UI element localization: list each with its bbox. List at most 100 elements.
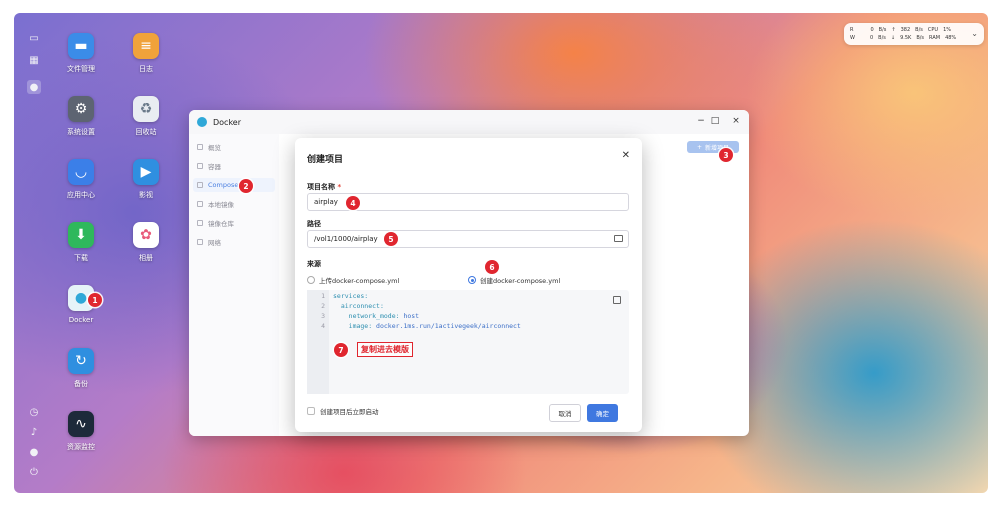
source-label: 来源	[307, 260, 321, 268]
line-gutter: 1 2 3 4	[307, 290, 329, 394]
docker-logo-icon	[197, 117, 207, 127]
icon-label: 系统设置	[67, 128, 95, 136]
resource-stats-widget[interactable]: R 0 B/s ↑ 382 B/s CPU 1% W 0 B/s ↓ 9.5K …	[844, 23, 984, 45]
photos-icon: ✿	[133, 222, 159, 248]
ram-value: 48%	[945, 35, 957, 41]
desktop-icon-appstore[interactable]: ◡ 应用中心	[51, 159, 111, 200]
arrow-up-icon: ↑	[891, 27, 896, 33]
icon-label: Docker	[68, 316, 94, 324]
folder-icon[interactable]	[614, 235, 623, 242]
desktop-icon-settings[interactable]: ⚙ 系统设置	[51, 96, 111, 137]
auto-start-checkbox[interactable]: 创建项目后立即启动	[307, 406, 379, 416]
step-badge: 2	[239, 179, 253, 193]
code-key: services:	[333, 292, 369, 300]
desktop-icon[interactable]: ▭	[27, 31, 41, 45]
ram-label: RAM	[929, 35, 941, 41]
nav-item-network[interactable]: 网络	[197, 235, 221, 249]
desktop-icon-recycle[interactable]: ♻ 回收站	[116, 96, 176, 137]
annotation-note: 复制进去模版	[357, 342, 413, 357]
desktop-icon-photos[interactable]: ✿ 相册	[116, 222, 176, 263]
window-titlebar[interactable]: Docker − □ ×	[189, 110, 749, 134]
radio-on-icon	[468, 276, 476, 284]
desktop-icon-docker[interactable]: ● Docker	[51, 285, 111, 324]
nav-item-containers[interactable]: 容器	[197, 159, 221, 173]
arrow-down-icon: ↓	[890, 35, 896, 41]
desktop-icon-monitor[interactable]: ∿ 资源监控	[51, 411, 111, 452]
store-icon: ◡	[68, 159, 94, 185]
source-upload-radio[interactable]: 上传docker-compose.yml	[307, 275, 399, 285]
line-number: 4	[321, 322, 325, 330]
log-icon: ≡	[133, 33, 159, 59]
recycle-icon: ♻	[133, 96, 159, 122]
desktop-icon-files[interactable]: ▬ 文件管理	[51, 33, 111, 74]
nav-label: 容器	[208, 163, 221, 171]
nav-item-compose[interactable]: Compose	[193, 178, 275, 192]
icon-label: 备份	[74, 380, 88, 388]
desktop: ▭ ▦ ● ◷ ♪ ● ⏻ ▬ 文件管理 ≡ 日志 ⚙ 系统设置 ♻ 回收站 ◡…	[14, 13, 988, 493]
bell-icon[interactable]: ♪	[27, 425, 41, 439]
chevron-down-icon[interactable]: ⌄	[971, 29, 978, 38]
download-value: 9.5K	[900, 35, 912, 41]
docker-nav: 概览 容器 Compose 本地镜像 镜像仓库 网络	[189, 134, 279, 436]
nav-label: 镜像仓库	[208, 220, 234, 228]
clock-icon[interactable]: ◷	[27, 405, 41, 419]
cancel-button[interactable]: 取消	[549, 404, 581, 422]
path-label: 路径	[307, 220, 321, 228]
dialog-title: 创建项目	[307, 155, 344, 165]
upload-unit: B/s	[915, 27, 923, 33]
icon-label: 文件管理	[67, 65, 95, 73]
icon-label: 影视	[139, 191, 153, 199]
step-badge: 6	[485, 260, 499, 274]
write-label: W	[850, 35, 855, 41]
line-number: 2	[321, 302, 325, 310]
source-create-radio[interactable]: 创建docker-compose.yml	[468, 275, 560, 285]
desktop-icon-logs[interactable]: ≡ 日志	[116, 33, 176, 74]
stats-row-write: W 0 B/s ↓ 9.5K B/s RAM 48%	[850, 35, 956, 42]
icon-label: 日志	[139, 65, 153, 73]
read-label: R	[850, 27, 854, 33]
nav-label: Compose	[208, 181, 239, 189]
project-name-label-text: 项目名称	[307, 183, 335, 191]
confirm-button[interactable]: 确定	[587, 404, 618, 422]
required-mark: *	[337, 183, 342, 191]
close-icon[interactable]: ×	[730, 116, 742, 126]
icon-label: 相册	[139, 254, 153, 262]
nav-item-local-images[interactable]: 本地镜像	[197, 197, 234, 211]
step-badge: 3	[719, 148, 733, 162]
nav-label: 网络	[208, 239, 221, 247]
copy-icon[interactable]	[613, 296, 621, 304]
desktop-icon-backup[interactable]: ↻ 备份	[51, 348, 111, 389]
code-line: image: docker.1ms.run/1activegeek/aircon…	[333, 322, 521, 330]
source-create-label: 创建docker-compose.yml	[480, 277, 561, 285]
icon-label: 应用中心	[67, 191, 95, 199]
create-project-dialog: 创建项目 ✕ 项目名称 * airplay 路径 /vol1/1000/airp…	[295, 138, 642, 432]
desktop-icon-video[interactable]: ▶ 影视	[116, 159, 176, 200]
close-icon[interactable]: ✕	[622, 150, 630, 161]
nav-item-overview[interactable]: 概览	[197, 140, 221, 154]
compose-code-editor[interactable]: 1 2 3 4 services: airconnect: network_mo…	[307, 290, 629, 394]
dock-sidebar: ▭ ▦ ● ◷ ♪ ● ⏻	[22, 23, 46, 483]
user-icon[interactable]: ●	[27, 445, 41, 459]
write-value: 0	[869, 35, 874, 41]
step-badge: 5	[384, 232, 398, 246]
write-unit: B/s	[878, 35, 886, 41]
upload-value: 382	[900, 27, 911, 33]
code-value: docker.1ms.run/1activegeek/airconnect	[372, 322, 521, 330]
film-icon: ▶	[133, 159, 159, 185]
line-number: 3	[321, 312, 325, 320]
path-input[interactable]: /vol1/1000/airplay	[307, 230, 629, 248]
power-icon[interactable]: ⏻	[27, 465, 41, 479]
auto-start-label: 创建项目后立即启动	[320, 408, 379, 416]
docker-dock-icon[interactable]: ●	[27, 80, 41, 94]
app-grid-icon[interactable]: ▦	[27, 53, 41, 67]
desktop-icon-download[interactable]: ⬇ 下载	[51, 222, 111, 263]
container-icon	[197, 163, 203, 169]
download-unit: B/s	[916, 35, 925, 41]
minimize-icon[interactable]: −	[695, 116, 707, 126]
registry-icon	[197, 220, 203, 226]
nav-item-registry[interactable]: 镜像仓库	[197, 216, 234, 230]
maximize-icon[interactable]: □	[709, 116, 721, 126]
project-name-label: 项目名称 *	[307, 182, 341, 192]
line-number: 1	[321, 292, 325, 300]
source-upload-label: 上传docker-compose.yml	[319, 277, 400, 285]
